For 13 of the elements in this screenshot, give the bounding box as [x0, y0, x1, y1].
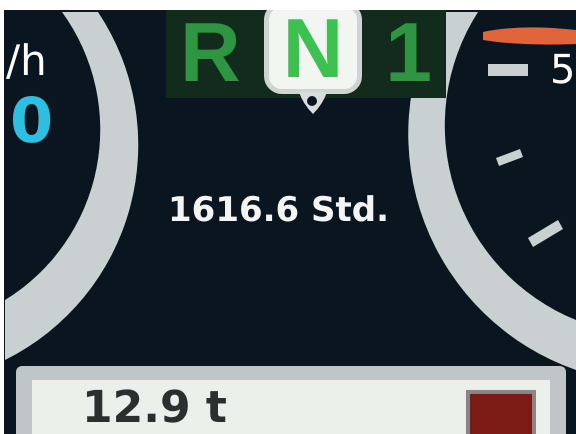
gear-label: R	[180, 10, 241, 98]
tick-mark-icon	[488, 64, 528, 76]
operating-hours: 1616.6 Std.	[168, 190, 390, 230]
tick-mark-icon	[496, 149, 523, 166]
needle-icon	[483, 27, 576, 44]
gear-label: 1	[385, 10, 432, 98]
speed-value: 0	[10, 90, 54, 152]
load-value: 12.9 t	[82, 386, 227, 430]
tachometer-scale-label: 5	[550, 50, 576, 90]
indicator-lamp-icon	[466, 390, 536, 434]
tick-mark-icon	[528, 220, 563, 247]
gear-label: N	[264, 10, 362, 94]
speed-unit: /h	[6, 40, 47, 82]
